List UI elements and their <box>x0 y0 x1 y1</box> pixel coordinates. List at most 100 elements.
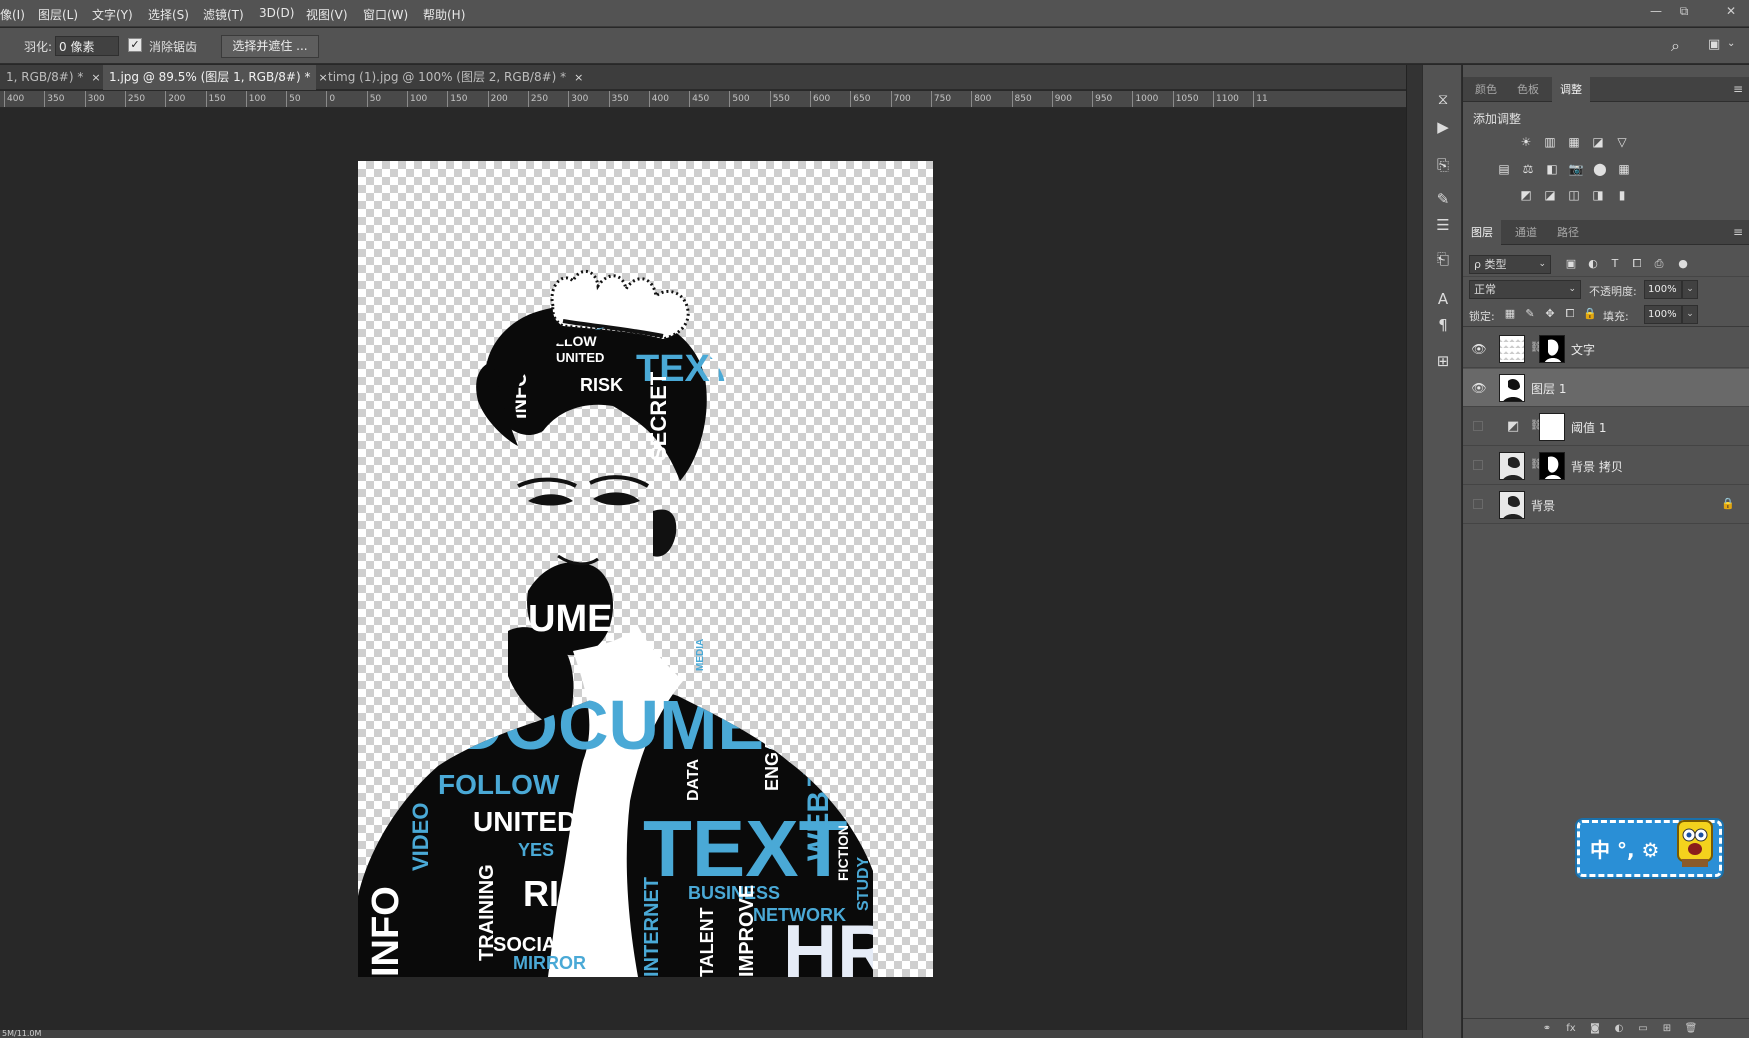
chevron-down-icon[interactable]: ⌄ <box>1682 305 1698 324</box>
ruler-tick <box>1213 91 1214 107</box>
tab-color[interactable]: 颜色 <box>1467 77 1505 102</box>
new-group-icon[interactable]: ▭ <box>1635 1022 1651 1036</box>
ruler-label: 200 <box>168 94 186 104</box>
paragraph-icon[interactable]: ¶ <box>1431 313 1455 337</box>
pixel-filter-icon[interactable]: ▣ <box>1563 256 1579 272</box>
invert-icon[interactable]: ◩ <box>1517 187 1535 203</box>
search-icon[interactable]: ⌕ <box>1671 36 1680 56</box>
workspace-icon[interactable]: ▣ <box>1708 37 1720 52</box>
properties-icon[interactable]: ⎘ <box>1431 153 1455 177</box>
add-mask-icon[interactable]: ◙ <box>1587 1022 1603 1036</box>
panel-menu-icon[interactable]: ≡ <box>1733 225 1743 239</box>
tab-adjustments[interactable]: 调整 <box>1552 77 1590 102</box>
new-layer-icon[interactable]: ⊞ <box>1659 1022 1675 1036</box>
kind-filter-select[interactable]: ρ 类型 ⌄ <box>1469 255 1551 274</box>
threshold-icon[interactable]: ◫ <box>1565 187 1583 203</box>
link-layers-icon[interactable]: ⚭ <box>1539 1022 1555 1036</box>
lock-pixels-icon[interactable]: ✎ <box>1523 307 1537 321</box>
tab-layers[interactable]: 图层 <box>1463 220 1501 245</box>
select-and-mask-button[interactable]: 选择并遮住 ... <box>221 35 319 58</box>
layer-mask-thumbnail[interactable] <box>1539 413 1565 441</box>
type-filter-icon[interactable]: T <box>1607 256 1623 272</box>
restore-button[interactable]: ⧉ <box>1673 2 1695 20</box>
visibility-toggle[interactable] <box>1473 460 1483 470</box>
lock-position-icon[interactable]: ✥ <box>1543 307 1557 321</box>
visibility-eye-icon[interactable]: 👁 <box>1471 341 1487 357</box>
layer-mask-thumbnail[interactable] <box>1539 452 1565 480</box>
history-icon[interactable]: ⧖ <box>1431 87 1455 111</box>
channel-mixer-icon[interactable]: ⬤ <box>1591 161 1609 177</box>
menu-image[interactable]: 像(I) <box>0 6 25 23</box>
close-icon[interactable]: × <box>91 71 100 84</box>
close-icon[interactable]: × <box>574 71 583 84</box>
gradient-map-icon[interactable]: ▮ <box>1613 187 1631 203</box>
filter-toggle-icon[interactable]: ● <box>1675 256 1691 272</box>
tab-paths[interactable]: 路径 <box>1549 220 1587 245</box>
chevron-down-icon[interactable]: ⌄ <box>1727 38 1735 49</box>
document-canvas[interactable]: YOU FOLLOW UNITED RISK TEXT SECRET INFOR… <box>358 161 933 977</box>
menu-help[interactable]: 帮助(H) <box>423 6 465 23</box>
brightness-contrast-icon[interactable]: ☀ <box>1517 134 1535 150</box>
minimize-button[interactable]: — <box>1645 2 1667 20</box>
layer-row[interactable]: 👁 图层 1 <box>1463 369 1749 407</box>
lock-artboard-icon[interactable]: ⧠ <box>1563 307 1577 321</box>
menu-layer[interactable]: 图层(L) <box>38 6 78 23</box>
black-white-icon[interactable]: ◧ <box>1543 161 1561 177</box>
ime-toolbar[interactable]: 中 °, ⚙ <box>1577 820 1722 877</box>
adjustment-filter-icon[interactable]: ◐ <box>1585 256 1601 272</box>
shape-filter-icon[interactable]: ⧠ <box>1629 256 1645 272</box>
photo-filter-icon[interactable]: 📷 <box>1567 161 1585 177</box>
ruler-tick <box>1132 91 1134 107</box>
menu-filter[interactable]: 滤镜(T) <box>203 6 244 23</box>
clone-source-icon[interactable]: ⎗ <box>1431 247 1455 271</box>
panel-menu-icon[interactable]: ≡ <box>1733 82 1743 96</box>
close-window-button[interactable]: ✕ <box>1720 2 1742 20</box>
menu-view[interactable]: 视图(V) <box>306 6 348 23</box>
visibility-toggle[interactable] <box>1473 499 1483 509</box>
lock-all-icon[interactable]: 🔒 <box>1583 307 1597 321</box>
selective-color-icon[interactable]: ◨ <box>1589 187 1607 203</box>
trash-icon[interactable]: 🗑 <box>1683 1022 1699 1036</box>
vibrance-icon[interactable]: ▽ <box>1613 134 1631 150</box>
glyphs-icon[interactable]: ⊞ <box>1431 349 1455 373</box>
menu-type[interactable]: 文字(Y) <box>92 6 133 23</box>
chevron-down-icon[interactable]: ⌄ <box>1682 280 1698 299</box>
visibility-eye-icon[interactable]: 👁 <box>1471 380 1487 396</box>
visibility-toggle[interactable] <box>1473 421 1483 431</box>
play-actions-icon[interactable]: ▶ <box>1431 115 1455 139</box>
brush-icon[interactable]: ✎ <box>1431 187 1455 211</box>
character-icon[interactable]: A <box>1431 287 1455 311</box>
brush-settings-icon[interactable]: ☰ <box>1431 213 1455 237</box>
lock-transparency-icon[interactable]: ▦ <box>1503 307 1517 321</box>
document-tab-2[interactable]: 1.jpg @ 89.5% (图层 1, RGB/8#) * × <box>103 65 328 90</box>
color-balance-icon[interactable]: ⚖ <box>1519 161 1537 177</box>
document-tab-1[interactable]: 1, RGB/8#) * × <box>0 65 101 90</box>
hue-saturation-icon[interactable]: ▤ <box>1495 161 1513 177</box>
layer-row[interactable]: ◩ ⛓ 阈值 1 <box>1463 408 1749 446</box>
new-adjustment-icon[interactable]: ◐ <box>1611 1022 1627 1036</box>
posterize-icon[interactable]: ◪ <box>1541 187 1559 203</box>
menu-window[interactable]: 窗口(W) <box>363 6 408 23</box>
layer-row[interactable]: ⛓ 背景 拷贝 <box>1463 447 1749 485</box>
smart-object-filter-icon[interactable]: ⎙ <box>1651 256 1667 272</box>
menu-3d[interactable]: 3D(D) <box>259 6 294 20</box>
opacity-field[interactable]: 100% <box>1644 280 1682 299</box>
canvas-area[interactable]: YOU FOLLOW UNITED RISK TEXT SECRET INFOR… <box>0 109 1406 1030</box>
tab-channels[interactable]: 通道 <box>1507 220 1545 245</box>
menu-select[interactable]: 选择(S) <box>148 6 189 23</box>
curves-icon[interactable]: ▦ <box>1565 134 1583 150</box>
exposure-icon[interactable]: ◪ <box>1589 134 1607 150</box>
vertical-scrollbar[interactable] <box>1406 65 1422 1030</box>
blend-mode-select[interactable]: 正常 ⌄ <box>1469 280 1581 299</box>
tab-swatches[interactable]: 色板 <box>1509 77 1547 102</box>
antialias-checkbox[interactable]: ✓ <box>128 38 142 52</box>
layer-row[interactable]: 👁 ⛓ 文字 <box>1463 330 1749 368</box>
feather-input[interactable] <box>55 36 119 56</box>
fill-field[interactable]: 100% <box>1644 305 1682 324</box>
layer-mask-thumbnail[interactable] <box>1539 335 1565 363</box>
fx-icon[interactable]: fx <box>1563 1022 1579 1036</box>
layer-row[interactable]: 背景 🔒 <box>1463 486 1749 524</box>
levels-icon[interactable]: ▥ <box>1541 134 1559 150</box>
color-lookup-icon[interactable]: ▦ <box>1615 161 1633 177</box>
document-tab-3[interactable]: timg (1).jpg @ 100% (图层 2, RGB/8#) * × <box>322 65 583 90</box>
